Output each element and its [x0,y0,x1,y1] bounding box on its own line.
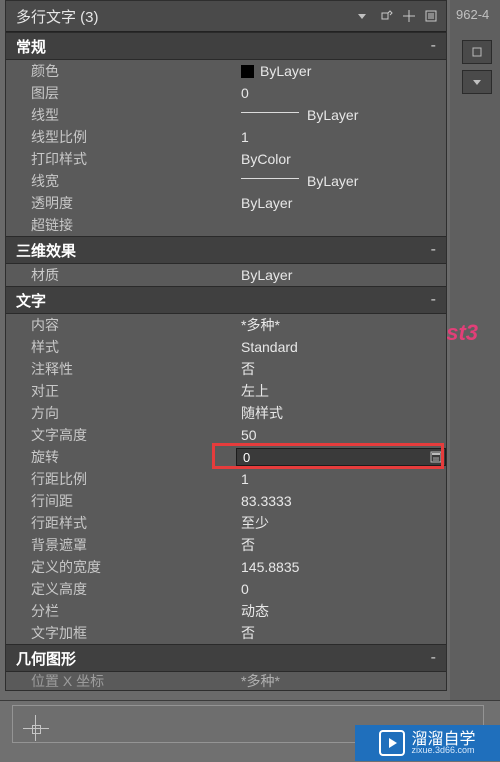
rotation-input[interactable]: 0 [236,448,446,466]
prop-style[interactable]: 样式 Standard [6,336,446,358]
prop-def-width[interactable]: 定义的宽度 145.8835 [6,556,446,578]
prop-def-height[interactable]: 定义高度 0 [6,578,446,600]
canvas-text-label: st3 [446,320,478,346]
prop-columns[interactable]: 分栏 动态 [6,600,446,622]
chevron-down-icon [358,14,366,19]
category-geometry[interactable]: 几何图形 - [6,644,446,672]
object-type-label: 多行文字 (3) [16,6,358,27]
calculator-icon[interactable] [429,450,443,464]
prop-bg-mask[interactable]: 背景遮罩 否 [6,534,446,556]
prop-transparency[interactable]: 透明度 ByLayer [6,192,446,214]
prop-space-style[interactable]: 行距样式 至少 [6,512,446,534]
quick-select-icon[interactable] [378,7,396,25]
watermark: 溜溜自学 zixue.3d66.com [355,725,500,761]
category-text[interactable]: 文字 - [6,286,446,314]
crosshair-cursor [23,715,53,745]
lineweight-preview-icon [241,178,299,179]
prop-hyperlink[interactable]: 超链接 [6,214,446,236]
prop-lineweight[interactable]: 线宽 ByLayer [6,170,446,192]
prop-linetype[interactable]: 线型 ByLayer [6,104,446,126]
prop-annotative[interactable]: 注释性 否 [6,358,446,380]
properties-panel: 多行文字 (3) 常规 - 颜色 ByLayer 图层 0 线型 ByLayer… [5,0,447,691]
prop-plot-style[interactable]: 打印样式 ByColor [6,148,446,170]
coord-readout: 962-4 [456,7,489,22]
category-3d-visual[interactable]: 三维效果 - [6,236,446,264]
right-toolbar-button-1[interactable] [462,40,492,64]
prop-material[interactable]: 材质 ByLayer [6,264,446,286]
collapse-icon: - [431,37,436,55]
prop-contents[interactable]: 内容 *多种* [6,314,446,336]
linetype-preview-icon [241,112,299,113]
collapse-icon: - [431,649,436,667]
play-icon [379,730,405,756]
prop-text-frame[interactable]: 文字加框 否 [6,622,446,644]
prop-linetype-scale[interactable]: 线型比例 1 [6,126,446,148]
prop-line-scale[interactable]: 行距比例 1 [6,468,446,490]
prop-direction[interactable]: 方向 随样式 [6,402,446,424]
right-toolbar-dropdown[interactable] [462,70,492,94]
prop-pos-x[interactable]: 位置 X 坐标 *多种* [6,672,446,690]
prop-layer[interactable]: 图层 0 [6,82,446,104]
collapse-icon: - [431,291,436,309]
object-type-selector[interactable]: 多行文字 (3) [6,1,446,32]
prop-justify[interactable]: 对正 左上 [6,380,446,402]
collapse-icon: - [431,241,436,259]
toggle-pim-icon[interactable] [422,7,440,25]
prop-text-height[interactable]: 文字高度 50 [6,424,446,446]
prop-color[interactable]: 颜色 ByLayer [6,60,446,82]
prop-rotation[interactable]: 旋转 0 [6,446,446,468]
prop-line-space[interactable]: 行间距 83.3333 [6,490,446,512]
category-general[interactable]: 常规 - [6,32,446,60]
pick-icon[interactable] [400,7,418,25]
color-swatch-icon [241,65,254,78]
